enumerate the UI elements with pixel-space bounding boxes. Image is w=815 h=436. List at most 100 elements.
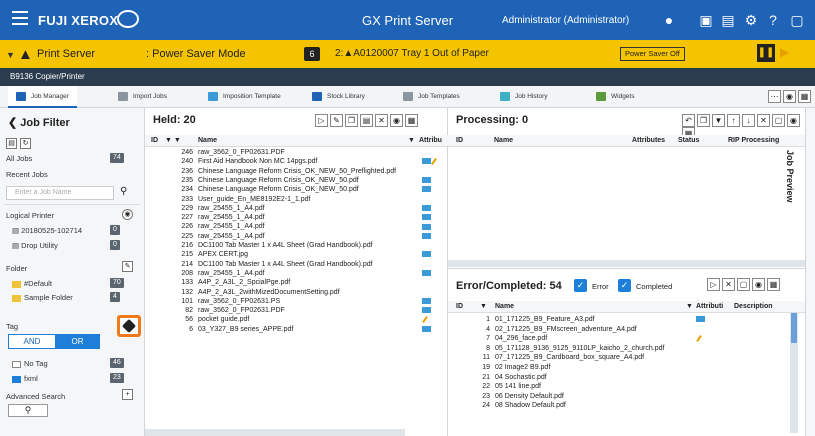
table-row[interactable]: 214 DC1100 Tab Master 1 x A4L Sheet (Grad… — [145, 260, 448, 269]
up-icon[interactable]: ↑ — [727, 114, 740, 127]
job-preview-bar[interactable] — [805, 108, 815, 436]
rip-processing-column-header[interactable]: RIP Processing — [728, 137, 779, 144]
job-filter-title[interactable]: ❮ Job Filter — [8, 116, 70, 129]
table-row[interactable]: 1 01_171225_B9_Feature_A3.pdf — [448, 315, 788, 324]
tag-item[interactable]: fxml — [12, 374, 38, 383]
table-row[interactable]: 235 Chinese Language Reform Crisis_OK_NEW… — [145, 176, 448, 185]
table-row[interactable]: 229 raw_25455_1_A4.pdf — [145, 204, 448, 213]
tab-imposition-template[interactable]: Imposition Template — [200, 86, 289, 108]
play-button[interactable]: ▶ — [780, 45, 789, 59]
stop-icon[interactable]: ▢ — [737, 278, 750, 291]
printer-item[interactable]: ▤ Drop Utility — [12, 241, 58, 250]
play-icon[interactable]: ▷ — [707, 278, 720, 291]
table-row[interactable]: 236 Chinese Language Reform Crisis_OK_NEW… — [145, 167, 448, 176]
filter-icon[interactable]: ▼ — [480, 303, 487, 310]
table-row[interactable]: 4 02_171225_B9_FMscreen_adventure_A4.pdf — [448, 325, 788, 334]
recent-jobs-label[interactable]: Recent Jobs — [6, 170, 48, 179]
folder-item[interactable]: #Default — [12, 279, 52, 288]
target-icon[interactable]: ◉ — [390, 114, 403, 127]
grid-icon[interactable]: ▦ — [798, 90, 811, 103]
delete-icon[interactable]: ✕ — [375, 114, 388, 127]
table-row[interactable]: 101 raw_3562_0_FP02631.PS — [145, 297, 448, 306]
copy-icon[interactable]: ❐ — [345, 114, 358, 127]
filter-icon[interactable]: ▼ — [408, 137, 415, 144]
table-row[interactable]: 132 A4P_2_A3L_2withMizedDocumentSetting.p… — [145, 288, 448, 297]
tab-import-jobs[interactable]: Import Jobs — [110, 86, 175, 108]
copy-icon[interactable]: ❐ — [697, 114, 710, 127]
table-row[interactable]: 215 APEX CERT.jpg — [145, 250, 448, 259]
table-row[interactable]: 233 User_guide_En_ME8192E2-1_1.pdf — [145, 195, 448, 204]
horizontal-scrollbar[interactable] — [145, 429, 405, 436]
table-row[interactable]: 216 DC1100 Tab Master 1 x A4L Sheet (Grad… — [145, 241, 448, 250]
alert-count-badge[interactable]: 6 — [304, 47, 320, 61]
attributes-column-header[interactable]: Attribu — [419, 137, 442, 144]
play-icon[interactable]: ▷ — [315, 114, 328, 127]
table-row[interactable]: 234 Chinese Language Reform Crisis_OK_NEW… — [145, 185, 448, 194]
error-checkbox[interactable]: ✓ — [574, 279, 587, 292]
filter-icon[interactable]: ▼ — [712, 114, 725, 127]
table-row[interactable]: 8 05_171128_9136_9125_9110LP_kaicho_2_chu… — [448, 344, 788, 353]
delete-icon[interactable]: ✕ — [757, 114, 770, 127]
settings-icon[interactable]: ◉ — [122, 209, 133, 220]
down-icon[interactable]: ↓ — [742, 114, 755, 127]
power-saver-off-button[interactable]: Power Saver Off — [620, 47, 685, 61]
table-row[interactable]: 246 raw_3562_0_FP02631.PDF — [145, 148, 448, 157]
refresh-icon[interactable]: ↻ — [20, 138, 31, 149]
and-toggle[interactable]: AND — [9, 335, 55, 348]
tab-job-manager[interactable]: Job Manager — [8, 86, 77, 108]
menu-icon[interactable] — [12, 11, 28, 25]
collapse-arrow-icon[interactable]: ▼ — [6, 50, 15, 60]
horizontal-scrollbar[interactable] — [448, 260, 805, 267]
status-column-header[interactable]: Status — [678, 137, 699, 144]
more-icon[interactable]: ⋯ — [768, 90, 781, 103]
name-column-header[interactable]: Name — [198, 137, 217, 144]
user-icon[interactable]: ● — [660, 12, 678, 28]
tab-widgets[interactable]: Widgets — [588, 86, 642, 108]
print-icon[interactable]: ▤ — [360, 114, 373, 127]
name-column-header[interactable]: Name — [494, 137, 513, 144]
name-column-header[interactable]: Name — [495, 303, 514, 310]
table-row[interactable]: 225 raw_25455_1_A4.pdf — [145, 232, 448, 241]
table-row[interactable]: 19 02 Image2 B9.pdf — [448, 363, 788, 372]
id-column-header[interactable]: ID — [456, 303, 463, 310]
table-row[interactable]: 227 raw_25455_1_A4.pdf — [145, 213, 448, 222]
printer-icon[interactable]: ▤ — [719, 12, 737, 28]
table-row[interactable]: 226 raw_25455_1_A4.pdf — [145, 222, 448, 231]
id-column-header[interactable]: ID — [151, 137, 158, 144]
delete-icon[interactable]: ✕ — [722, 278, 735, 291]
table-row[interactable]: 133 A4P_2_A3L_2_SpcialPge.pdf — [145, 278, 448, 287]
table-row[interactable]: 23 06 Density Default.pdf — [448, 392, 788, 401]
job-preview-label[interactable]: Job Preview — [785, 150, 795, 230]
table-row[interactable]: 7 04_296_face.pdf — [448, 334, 788, 343]
table-row[interactable]: 82 raw_3562_0_FP02631.PDF — [145, 306, 448, 315]
edit-icon[interactable]: ✎ — [330, 114, 343, 127]
attributes-column-header[interactable]: Attributes — [632, 137, 665, 144]
monitor-icon[interactable]: ▣ — [697, 12, 715, 28]
scroll-thumb[interactable] — [791, 313, 797, 343]
table-row[interactable]: 24 08 Shadow Default.pdf — [448, 401, 788, 410]
folder-settings-icon[interactable]: ✎ — [122, 261, 133, 272]
grid-icon[interactable]: ▦ — [405, 114, 418, 127]
table-row[interactable]: 208 raw_25455_1_A4.pdf — [145, 269, 448, 278]
job-name-search-input[interactable]: Enter a Job Name — [6, 186, 114, 200]
id-column-header[interactable]: ID — [456, 137, 463, 144]
pause-button[interactable]: ❚❚ — [757, 44, 775, 62]
user-name[interactable]: Administrator (Administrator) — [502, 15, 629, 26]
table-row[interactable]: 22 05 141 line.pdf — [448, 382, 788, 391]
tab-job-templates[interactable]: Job Templates — [395, 86, 468, 108]
all-jobs-label[interactable]: All Jobs — [6, 154, 32, 163]
table-row[interactable]: 240 First Aid Handbook Non MC 14pgs.pdf — [145, 157, 448, 166]
target-icon[interactable]: ◉ — [783, 90, 796, 103]
completed-checkbox[interactable]: ✓ — [618, 279, 631, 292]
grid-icon[interactable]: ▦ — [767, 278, 780, 291]
or-toggle[interactable]: OR — [55, 335, 100, 348]
table-row[interactable]: 6 03_Y327_B9 series_APPE.pdf — [145, 325, 448, 334]
window-icon[interactable]: ▢ — [788, 12, 806, 28]
printer-item[interactable]: ▤ 20180525-102714 — [12, 226, 82, 235]
help-icon[interactable]: ? — [764, 12, 782, 28]
stop-icon[interactable]: ▢ — [772, 114, 785, 127]
tab-job-history[interactable]: Job History — [492, 86, 556, 108]
sort-icon[interactable]: ▼ ▼ — [165, 137, 181, 144]
target-icon[interactable]: ◉ — [752, 278, 765, 291]
folder-item[interactable]: Sample Folder — [12, 293, 73, 302]
